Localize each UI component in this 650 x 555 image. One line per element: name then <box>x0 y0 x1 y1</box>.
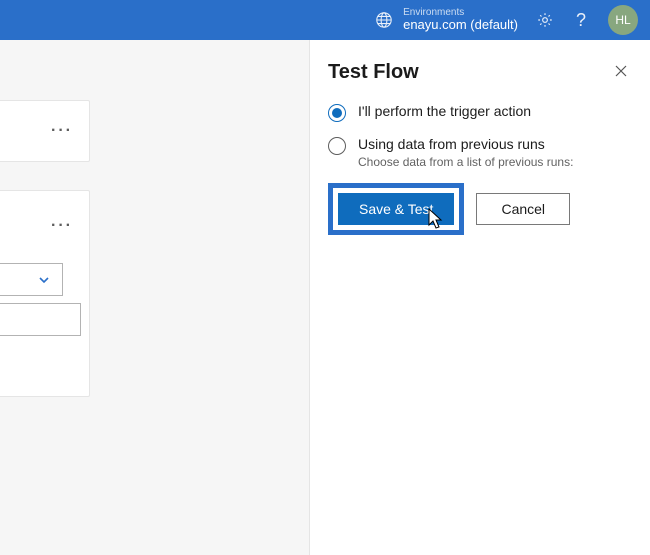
radio-indicator <box>328 137 346 155</box>
environment-picker[interactable]: Environments enayu.com (default) <box>375 7 518 32</box>
flow-step-card[interactable]: ··· <box>0 100 90 162</box>
dropdown-field[interactable] <box>0 263 63 296</box>
close-button[interactable] <box>610 60 632 85</box>
close-icon <box>614 64 628 78</box>
environment-label: Environments <box>403 7 518 18</box>
app-header: Environments enayu.com (default) ? HL <box>0 0 650 40</box>
save-and-test-button[interactable]: Save & Test <box>338 193 454 225</box>
radio-indicator <box>328 104 346 122</box>
trigger-mode-radio-group: I'll perform the trigger action Using da… <box>328 103 632 169</box>
chevron-down-icon <box>38 274 50 286</box>
help-icon[interactable]: ? <box>572 11 590 29</box>
settings-icon[interactable] <box>536 11 554 29</box>
tutorial-highlight: Save & Test <box>328 183 464 235</box>
radio-sublabel: Choose data from a list of previous runs… <box>358 155 573 169</box>
flow-step-card[interactable]: ··· <box>0 190 90 397</box>
radio-option-previous-runs[interactable]: Using data from previous runs Choose dat… <box>328 136 632 169</box>
panel-button-row: Save & Test Cancel <box>328 183 632 235</box>
flow-canvas: ··· ··· <box>0 40 310 555</box>
avatar[interactable]: HL <box>608 5 638 35</box>
more-icon[interactable]: ··· <box>51 217 73 235</box>
globe-icon <box>375 11 393 29</box>
environment-value: enayu.com (default) <box>403 18 518 32</box>
radio-option-manual[interactable]: I'll perform the trigger action <box>328 103 632 122</box>
more-icon[interactable]: ··· <box>51 122 73 140</box>
test-flow-panel: Test Flow I'll perform the trigger actio… <box>310 40 650 555</box>
environment-text: Environments enayu.com (default) <box>403 7 518 32</box>
cancel-button[interactable]: Cancel <box>476 193 570 225</box>
radio-label: I'll perform the trigger action <box>358 103 531 119</box>
panel-title: Test Flow <box>328 61 419 84</box>
radio-label: Using data from previous runs <box>358 136 573 152</box>
text-field[interactable] <box>0 303 81 336</box>
